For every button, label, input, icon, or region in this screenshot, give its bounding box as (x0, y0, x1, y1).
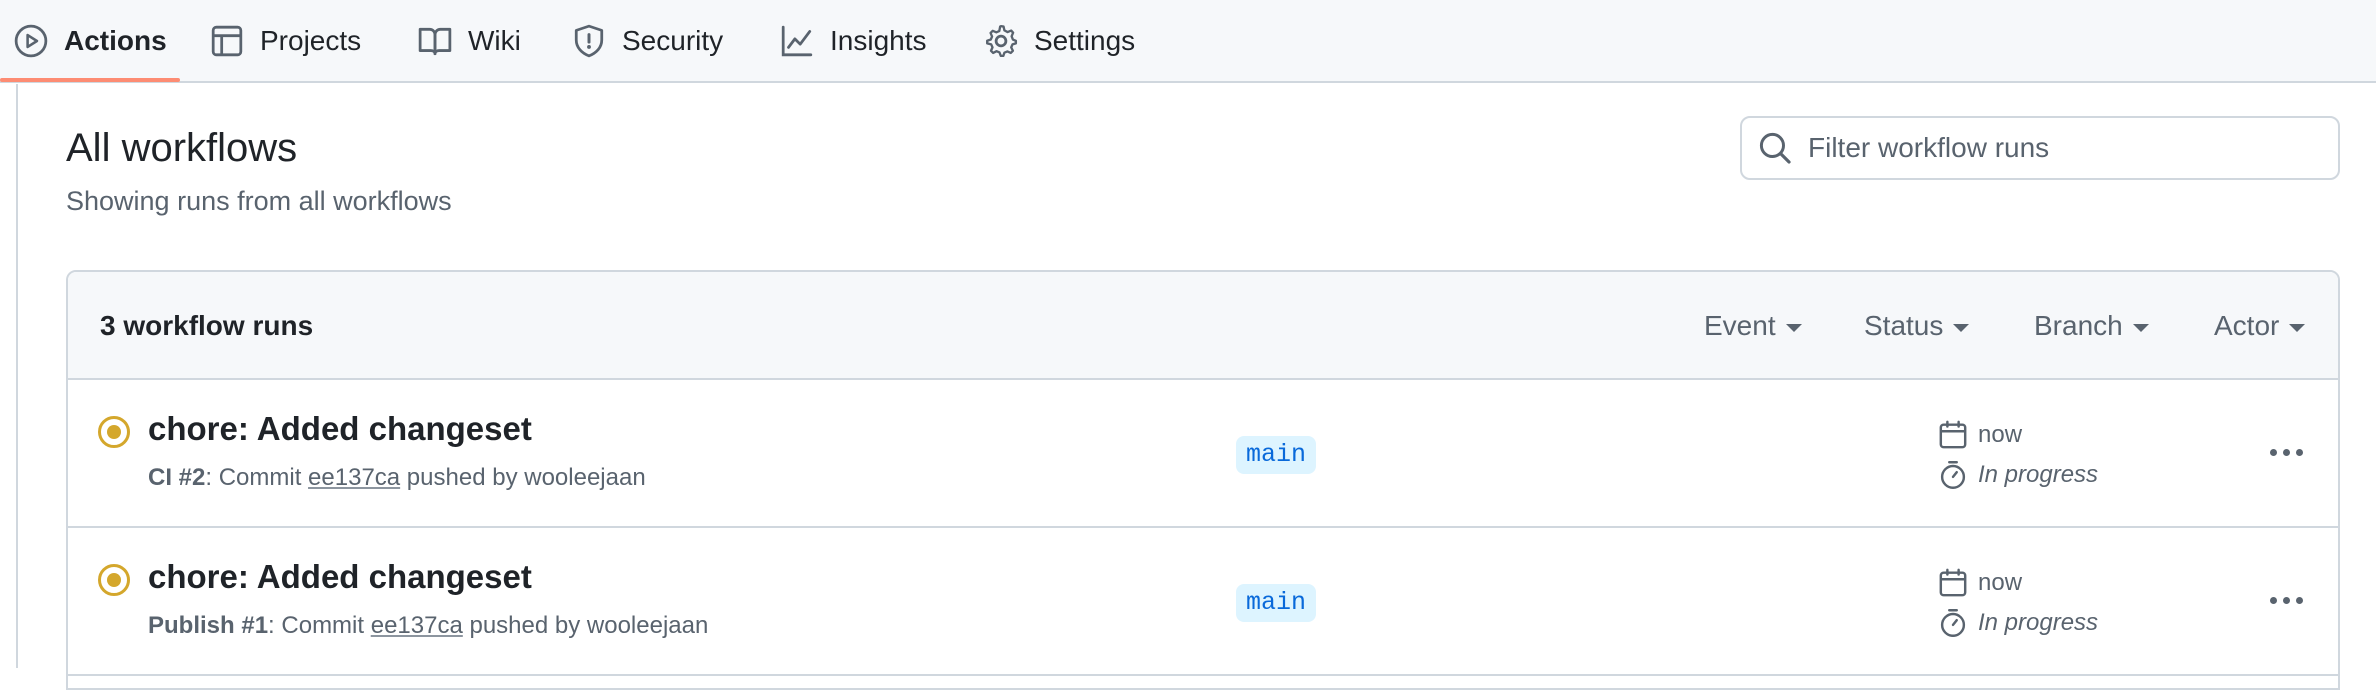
active-tab-underline (0, 78, 180, 82)
gear-icon (984, 24, 1018, 58)
tab-settings[interactable]: Settings (984, 0, 1135, 82)
filter-label: Status (1864, 310, 1944, 341)
runs-count: 3 workflow runs (100, 310, 314, 341)
kebab-dot (2295, 596, 2303, 604)
workflow-name: CI #2 (148, 464, 206, 491)
calendar-icon (1938, 420, 1968, 450)
commit-sha-link[interactable]: ee137ca (308, 464, 400, 491)
status-filter-dropdown[interactable]: Status (1864, 310, 1970, 342)
runs-list-header: 3 workflow runs Event Status Branch Acto… (68, 272, 2338, 380)
kebab-dot (2269, 448, 2277, 456)
stopwatch-icon (1938, 608, 1968, 638)
filter-label: Actor (2214, 310, 2280, 341)
tab-label: Actions (64, 25, 167, 56)
book-icon (418, 24, 452, 58)
caret-down-icon (1785, 324, 1802, 332)
duration-text: In progress (1978, 461, 2099, 488)
run-meta: CI #2: Commit ee137ca pushed by wooleeja… (148, 464, 646, 492)
tab-wiki[interactable]: Wiki (418, 0, 521, 82)
filter-workflow-runs[interactable] (1740, 116, 2340, 180)
meta-text: : Commit (205, 464, 309, 491)
time-text: now (1978, 421, 2023, 448)
tab-security[interactable]: Security (572, 0, 723, 82)
event-filter-dropdown[interactable]: Event (1704, 310, 1802, 342)
shield-icon (572, 24, 606, 58)
in-progress-status-icon (98, 416, 130, 448)
table-icon (210, 24, 244, 58)
run-time: now (1938, 420, 2022, 450)
run-title-link[interactable]: chore: Added changeset (148, 558, 532, 596)
caret-down-icon (1953, 324, 1970, 332)
tab-actions[interactable]: Actions (14, 0, 167, 82)
graph-icon (780, 24, 814, 58)
page-subtitle: Showing runs from all workflows (66, 186, 452, 216)
meta-text: : Commit (268, 612, 371, 639)
branch-label[interactable]: main (1236, 584, 1317, 622)
branch-filter-dropdown[interactable]: Branch (2034, 310, 2149, 342)
tab-projects[interactable]: Projects (210, 0, 361, 82)
kebab-dot (2282, 448, 2290, 456)
in-progress-status-icon (98, 564, 130, 596)
workflow-name: Publish #1 (148, 612, 269, 639)
run-duration: In progress (1938, 460, 2098, 490)
more-options-button[interactable] (2260, 580, 2312, 620)
play-icon (14, 24, 48, 58)
run-meta: Publish #1: Commit ee137ca pushed by woo… (148, 612, 708, 640)
repo-nav: Actions Projects Wiki Security Insights … (0, 0, 2376, 83)
tab-label: Projects (260, 25, 362, 56)
run-time: now (1938, 568, 2022, 598)
calendar-icon (1938, 568, 1968, 598)
kebab-dot (2295, 448, 2303, 456)
tab-label: Insights (830, 25, 927, 56)
branch-label[interactable]: main (1236, 436, 1317, 474)
actor-filter-dropdown[interactable]: Actor (2214, 310, 2306, 342)
tab-label: Settings (1034, 25, 1136, 56)
tab-label: Security (622, 25, 724, 56)
workflow-runs-list: 3 workflow runs Event Status Branch Acto… (66, 270, 2340, 690)
caret-down-icon (2132, 324, 2149, 332)
meta-text: pushed by wooleejaan (400, 464, 646, 491)
time-text: now (1978, 569, 2023, 596)
duration-text: In progress (1978, 609, 2099, 636)
filter-label: Event (1704, 310, 1776, 341)
run-duration: In progress (1938, 608, 2098, 638)
more-options-button[interactable] (2260, 432, 2312, 472)
caret-down-icon (2289, 324, 2306, 332)
kebab-dot (2269, 596, 2277, 604)
workflow-run-row[interactable]: chore: Added changeset Publish #1: Commi… (68, 528, 2338, 676)
tab-insights[interactable]: Insights (780, 0, 927, 82)
commit-sha-link[interactable]: ee137ca (371, 612, 463, 639)
tab-label: Wiki (468, 25, 521, 56)
search-input[interactable] (1808, 132, 2328, 164)
run-title-link[interactable]: chore: Added changeset (148, 410, 532, 448)
page-title: All workflows (66, 126, 298, 170)
meta-text: pushed by wooleejaan (462, 612, 709, 639)
stopwatch-icon (1938, 460, 1968, 490)
filter-label: Branch (2034, 310, 2123, 341)
search-icon (1758, 131, 1792, 165)
sidebar-divider (16, 84, 18, 668)
workflow-run-row[interactable]: chore: Added changeset CI #2: Commit ee1… (68, 380, 2338, 528)
kebab-dot (2282, 596, 2290, 604)
